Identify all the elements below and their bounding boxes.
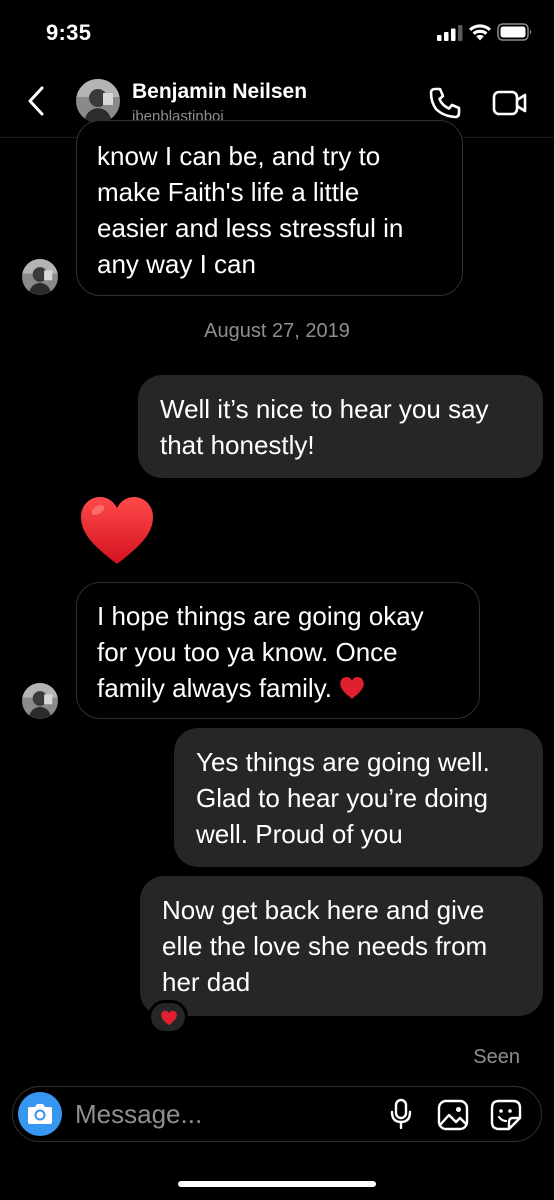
cellular-signal-icon	[437, 25, 463, 41]
message-input[interactable]	[75, 1099, 375, 1129]
status-bar: 9:35	[0, 0, 554, 66]
microphone-button[interactable]	[388, 1098, 414, 1130]
phone-call-button[interactable]	[428, 86, 462, 120]
message-text: know I can be, and try to make Faith's l…	[97, 141, 404, 279]
home-indicator[interactable]	[178, 1181, 376, 1187]
battery-icon	[497, 23, 532, 41]
camera-button[interactable]	[18, 1092, 62, 1136]
avatar[interactable]	[76, 79, 120, 123]
message-bubble-incoming[interactable]: I hope things are going okay for you too…	[76, 582, 480, 719]
message-composer	[12, 1086, 542, 1142]
profile-photo-icon	[22, 259, 58, 295]
back-button[interactable]	[24, 84, 50, 118]
seen-indicator: Seen	[473, 1046, 520, 1068]
sender-avatar[interactable]	[22, 259, 58, 295]
video-call-button[interactable]	[492, 88, 528, 118]
wifi-icon	[469, 24, 491, 41]
message-text: Now get back here and give elle the love…	[162, 895, 488, 997]
contact-name[interactable]: Benjamin Neilsen	[132, 80, 307, 104]
profile-photo-icon	[76, 79, 120, 123]
gallery-button[interactable]	[437, 1099, 469, 1131]
message-bubble-incoming[interactable]: know I can be, and try to make Faith's l…	[76, 120, 463, 296]
sticker-button[interactable]	[490, 1099, 522, 1131]
heart-emoji-icon	[340, 676, 364, 699]
date-separator: August 27, 2019	[204, 320, 350, 342]
heart-emoji-icon	[161, 1010, 177, 1026]
sender-avatar[interactable]	[22, 683, 58, 719]
heart-emoji-icon[interactable]	[78, 494, 156, 568]
profile-photo-icon	[22, 683, 58, 719]
message-bubble-outgoing[interactable]: Now get back here and give elle the love…	[140, 876, 543, 1016]
message-bubble-outgoing[interactable]: Yes things are going well. Glad to hear …	[174, 728, 543, 867]
camera-icon	[28, 1104, 52, 1124]
message-text: I hope things are going okay for you too…	[97, 601, 424, 703]
heart-reaction[interactable]	[148, 1000, 188, 1034]
message-bubble-outgoing[interactable]: Well it’s nice to hear you say that hone…	[138, 375, 543, 478]
message-text: Well it’s nice to hear you say that hone…	[160, 394, 489, 460]
status-time: 9:35	[46, 20, 92, 45]
message-text: Yes things are going well. Glad to hear …	[196, 747, 490, 849]
